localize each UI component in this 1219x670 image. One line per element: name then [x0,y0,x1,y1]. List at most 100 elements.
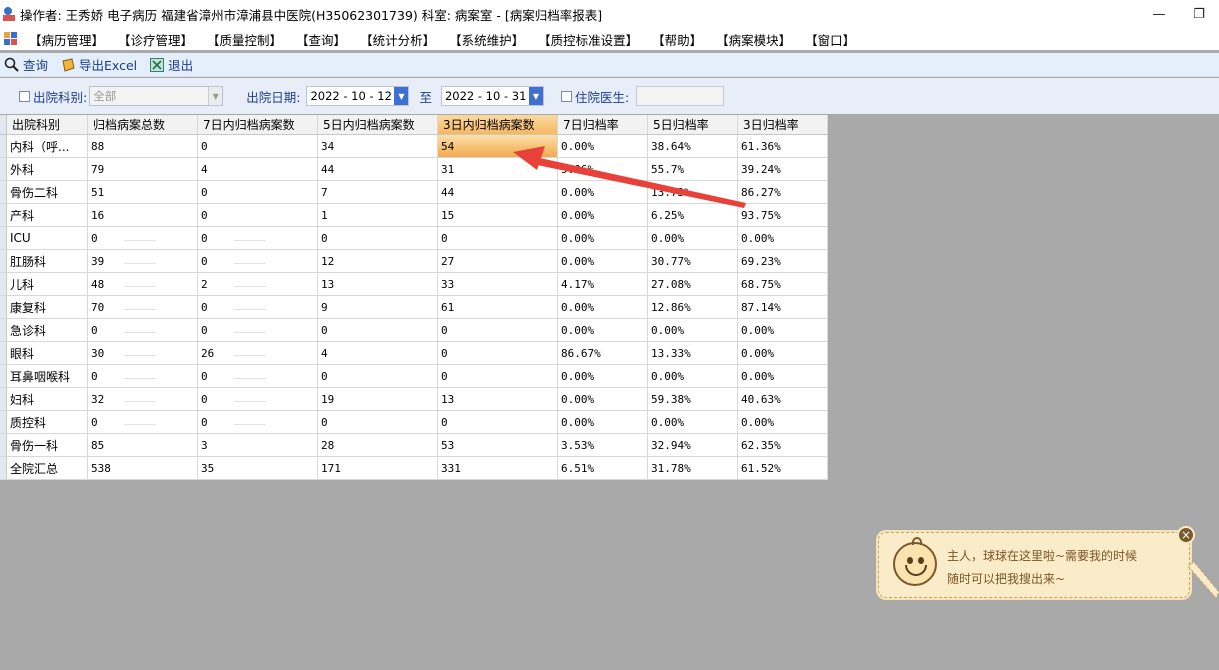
row-header[interactable] [0,342,7,364]
table-cell[interactable]: 0 [318,411,438,433]
table-cell[interactable]: 30.77% [648,250,738,272]
table-cell[interactable]: 87.14% [738,296,828,318]
table-row[interactable]: 眼科 30 26 4 0 86.67% 13.33% 0.00% [0,342,828,365]
row-header[interactable] [0,135,7,157]
menu-window[interactable]: 【窗口】 [805,30,855,49]
table-cell[interactable]: 86.67% [558,342,648,364]
table-row[interactable]: 内科（呼... 88 0 34 54 0.00% 38.64% 61.36% [0,135,828,158]
table-cell[interactable]: 31 [438,158,558,180]
dept-cell[interactable]: 质控科 [7,411,88,433]
table-cell[interactable]: 0 [318,319,438,341]
dept-cell[interactable]: 耳鼻咽喉科 [7,365,88,387]
table-cell[interactable]: 34 [318,135,438,157]
table-cell[interactable]: 51 [88,181,198,203]
table-cell[interactable]: 35 [198,457,318,479]
table-cell[interactable]: 79 [88,158,198,180]
table-cell[interactable]: 0 [198,388,318,410]
table-cell[interactable]: 0.00% [558,181,648,203]
table-cell[interactable]: 61 [438,296,558,318]
table-cell[interactable]: 30 [88,342,198,364]
table-cell[interactable]: 0.00% [558,411,648,433]
table-cell[interactable]: 331 [438,457,558,479]
column-header[interactable]: 5日归档率 [648,115,738,134]
table-cell[interactable]: 0.00% [648,319,738,341]
row-header[interactable] [0,273,7,295]
table-cell[interactable]: 32.94% [648,434,738,456]
table-cell[interactable]: 61.52% [738,457,828,479]
table-cell[interactable]: 3 [198,434,318,456]
table-row[interactable]: 外科 79 4 44 31 5.06% 55.7% 39.24% [0,158,828,181]
row-header[interactable] [0,250,7,272]
table-cell[interactable]: 0.00% [558,227,648,249]
table-cell[interactable]: 3.53% [558,434,648,456]
table-cell[interactable]: 0.00% [648,227,738,249]
table-cell[interactable]: 39.24% [738,158,828,180]
table-cell[interactable]: 0 [438,227,558,249]
row-header[interactable] [0,411,7,433]
table-row[interactable]: 康复科 70 0 9 61 0.00% 12.86% 87.14% [0,296,828,319]
discharge-dept-checkbox[interactable] [19,90,30,102]
table-cell[interactable]: 2 [198,273,318,295]
table-cell[interactable]: 1 [318,204,438,226]
table-cell[interactable]: 44 [318,158,438,180]
table-cell[interactable]: 93.75% [738,204,828,226]
menu-statistics[interactable]: 【统计分析】 [360,30,435,49]
table-cell[interactable]: 0.00% [558,296,648,318]
table-cell[interactable]: 0 [198,135,318,157]
dept-cell[interactable]: ICU [7,227,88,249]
row-header[interactable] [0,296,7,318]
table-cell[interactable]: 0.00% [558,204,648,226]
row-header[interactable] [0,181,7,203]
table-cell[interactable]: 0 [88,227,198,249]
table-cell[interactable]: 4.17% [558,273,648,295]
table-cell[interactable]: 0 [88,411,198,433]
date-to-picker[interactable]: 2022 - 10 - 31 ▼ [440,86,544,106]
table-cell[interactable]: 0 [318,227,438,249]
table-cell[interactable]: 0 [198,365,318,387]
menu-case-module[interactable]: 【病案模块】 [716,30,791,49]
table-row[interactable]: 耳鼻咽喉科 0 0 0 0 0.00% 0.00% 0.00% [0,365,828,388]
column-header-selected[interactable]: 3日内归档病案数 [438,115,558,134]
restore-button[interactable]: ❐ [1179,0,1219,28]
export-excel-button[interactable]: 导出Excel [60,55,137,74]
dept-cell[interactable]: 眼科 [7,342,88,364]
dept-cell[interactable]: 急诊科 [7,319,88,341]
chevron-down-icon[interactable]: ▼ [528,87,543,105]
table-cell[interactable]: 0 [198,204,318,226]
table-cell[interactable]: 86.27% [738,181,828,203]
table-cell[interactable]: 0.00% [738,411,828,433]
table-cell[interactable]: 0.00% [648,365,738,387]
dept-cell[interactable]: 骨伤二科 [7,181,88,203]
table-cell[interactable]: 33 [438,273,558,295]
table-cell[interactable]: 6.25% [648,204,738,226]
dept-cell[interactable]: 儿科 [7,273,88,295]
menu-diagnosis[interactable]: 【诊疗管理】 [118,30,193,49]
table-cell[interactable]: 0.00% [558,365,648,387]
table-cell[interactable]: 13 [318,273,438,295]
table-cell[interactable]: 0 [198,250,318,272]
table-cell[interactable]: 15 [438,204,558,226]
table-cell[interactable]: 53 [438,434,558,456]
exit-button[interactable]: 退出 [149,55,193,74]
table-cell[interactable]: 9 [318,296,438,318]
menu-system[interactable]: 【系统维护】 [449,30,524,49]
table-row[interactable]: 急诊科 0 0 0 0 0.00% 0.00% 0.00% [0,319,828,342]
table-cell[interactable]: 6.51% [558,457,648,479]
menu-help[interactable]: 【帮助】 [652,30,702,49]
table-cell[interactable]: 28 [318,434,438,456]
table-cell[interactable]: 0.00% [738,227,828,249]
table-cell[interactable]: 70 [88,296,198,318]
row-header[interactable] [0,227,7,249]
table-cell[interactable]: 54 [438,135,558,157]
table-cell[interactable]: 0 [438,365,558,387]
table-cell[interactable]: 171 [318,457,438,479]
table-row[interactable]: 质控科 0 0 0 0 0.00% 0.00% 0.00% [0,411,828,434]
table-cell[interactable]: 26 [198,342,318,364]
row-header[interactable] [0,204,7,226]
table-cell[interactable]: 0.00% [648,411,738,433]
dept-cell[interactable]: 产科 [7,204,88,226]
table-row[interactable]: 肛肠科 39 0 12 27 0.00% 30.77% 69.23% [0,250,828,273]
table-cell[interactable]: 13.33% [648,342,738,364]
table-cell[interactable]: 0 [88,365,198,387]
dept-cell[interactable]: 康复科 [7,296,88,318]
